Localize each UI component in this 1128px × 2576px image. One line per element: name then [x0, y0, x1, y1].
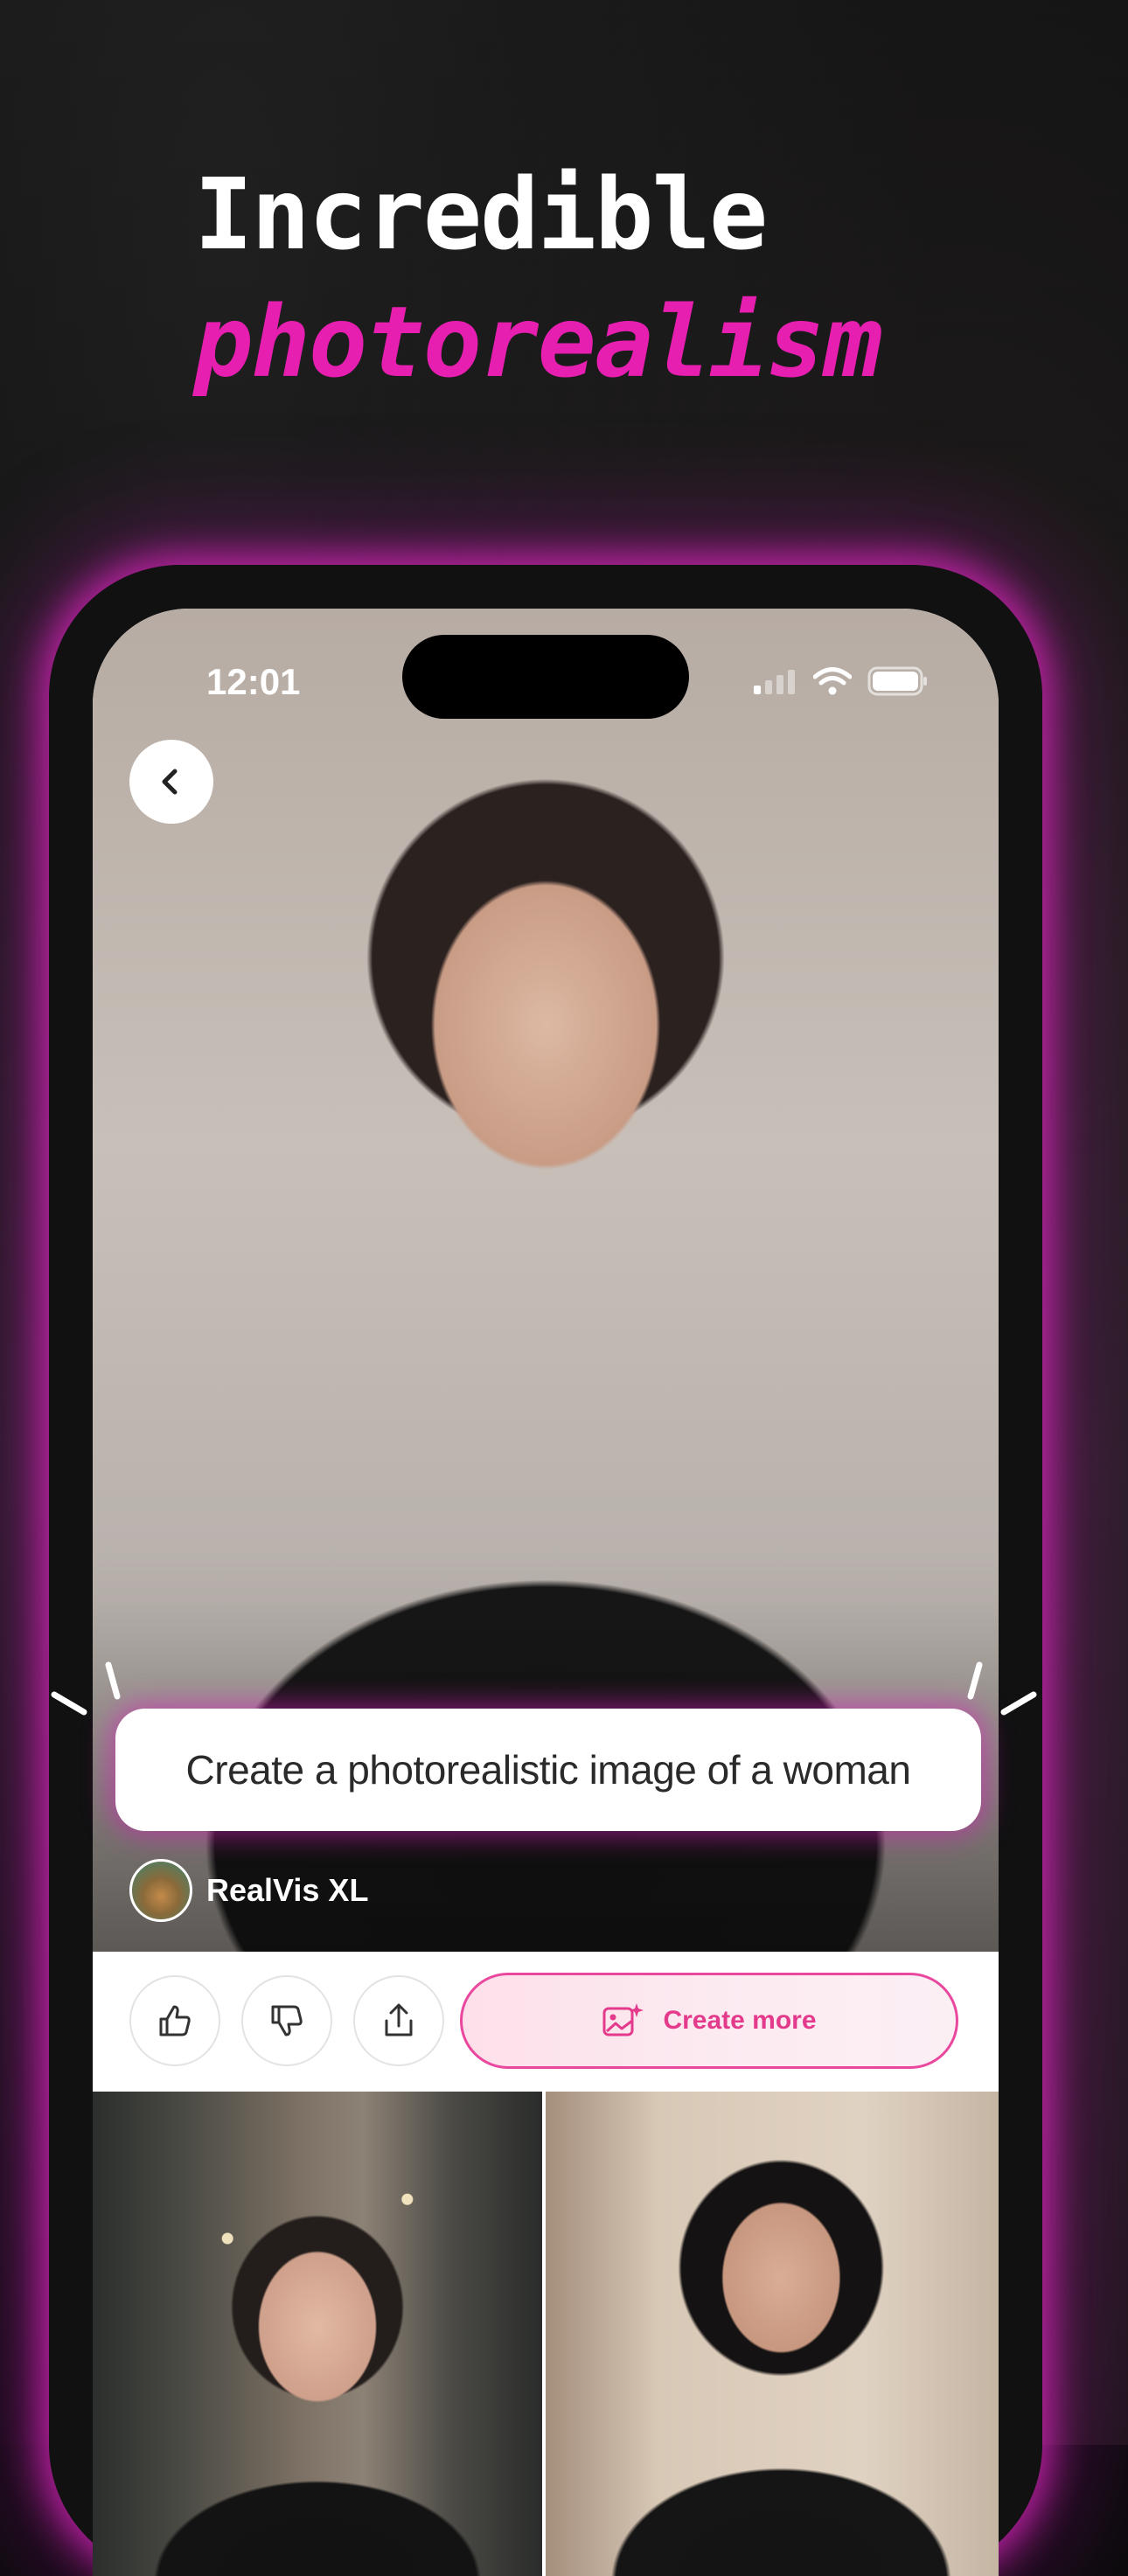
- prompt-text: Create a photorealistic image of a woman: [185, 1747, 911, 1793]
- chevron-left-icon: [162, 769, 178, 795]
- thumbs-down-icon: [271, 2005, 303, 2036]
- back-button[interactable]: [129, 740, 213, 824]
- battery-icon: [867, 666, 927, 696]
- wifi-icon: [813, 667, 852, 695]
- like-button[interactable]: [129, 1975, 220, 2066]
- thumbs-up-icon: [159, 2005, 191, 2036]
- image-sparkle-icon: [602, 2003, 644, 2036]
- sparkle-marks-right: [967, 1661, 1037, 1716]
- headline: Incredible photorealism: [194, 158, 882, 400]
- model-info[interactable]: RealVis XL: [129, 1859, 368, 1922]
- generated-image-thumbnail[interactable]: [93, 2092, 542, 2576]
- headline-line-1: Incredible: [194, 158, 768, 272]
- cellular-signal-icon: [754, 670, 795, 694]
- create-more-button[interactable]: Create more: [460, 1973, 958, 2069]
- generated-image-thumbnail[interactable]: [546, 2092, 999, 2576]
- headline-line-2: photorealism: [194, 286, 882, 400]
- prompt-box: Create a photorealistic image of a woman: [115, 1709, 981, 1831]
- status-time: 12:01: [206, 661, 301, 702]
- dislike-button[interactable]: [241, 1975, 332, 2066]
- sparkle-marks-left: [51, 1661, 121, 1716]
- create-more-label: Create more: [663, 2006, 817, 2035]
- action-bar: Create more: [93, 1952, 999, 2092]
- share-button[interactable]: [353, 1975, 444, 2066]
- model-avatar: [129, 1859, 192, 1922]
- dynamic-island: [402, 635, 689, 719]
- share-icon: [385, 2003, 413, 2036]
- model-name: RealVis XL: [206, 1872, 369, 1908]
- generated-images-grid: [93, 2092, 999, 2576]
- status-icons: [754, 666, 929, 696]
- phone-screen: 12:01 RealVis XL Create more: [93, 609, 999, 2576]
- phone-frame: 12:01 RealVis XL Create more: [49, 565, 1042, 2576]
